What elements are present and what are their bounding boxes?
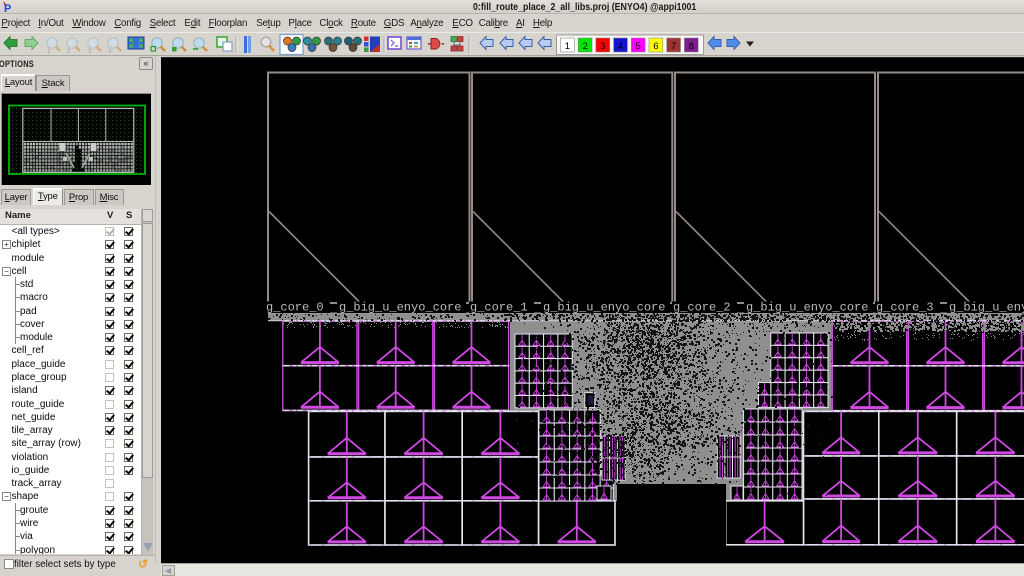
- svg-text:7: 7: [671, 41, 676, 52]
- svg-text:g_big_u_enyo_core: g_big_u_enyo_core: [339, 301, 461, 315]
- svg-text:3: 3: [600, 41, 605, 52]
- svg-text:g_core_0: g_core_0: [266, 301, 324, 315]
- svg-text:8: 8: [689, 41, 694, 52]
- svg-text:6: 6: [653, 41, 658, 52]
- svg-text:1: 1: [565, 41, 570, 52]
- svg-text:P: P: [4, 3, 11, 14]
- svg-text:3: 3: [88, 49, 92, 55]
- svg-text:2: 2: [582, 41, 587, 52]
- svg-text:g_core_2: g_core_2: [673, 301, 731, 315]
- svg-text:g_core_3: g_core_3: [876, 301, 934, 315]
- svg-text:g_core_1: g_core_1: [470, 301, 528, 315]
- svg-text:4: 4: [108, 49, 112, 55]
- svg-text:g_big_u_enyo_core: g_big_u_enyo_core: [746, 301, 868, 315]
- svg-text:g_big_u_enyo_core: g_big_u_enyo_core: [949, 301, 1024, 315]
- svg-text:4: 4: [618, 41, 623, 52]
- svg-text:5: 5: [636, 41, 641, 52]
- svg-text:2: 2: [67, 49, 71, 55]
- svg-text:1: 1: [47, 49, 51, 55]
- svg-text:g_big_u_enyo_core: g_big_u_enyo_core: [543, 301, 665, 315]
